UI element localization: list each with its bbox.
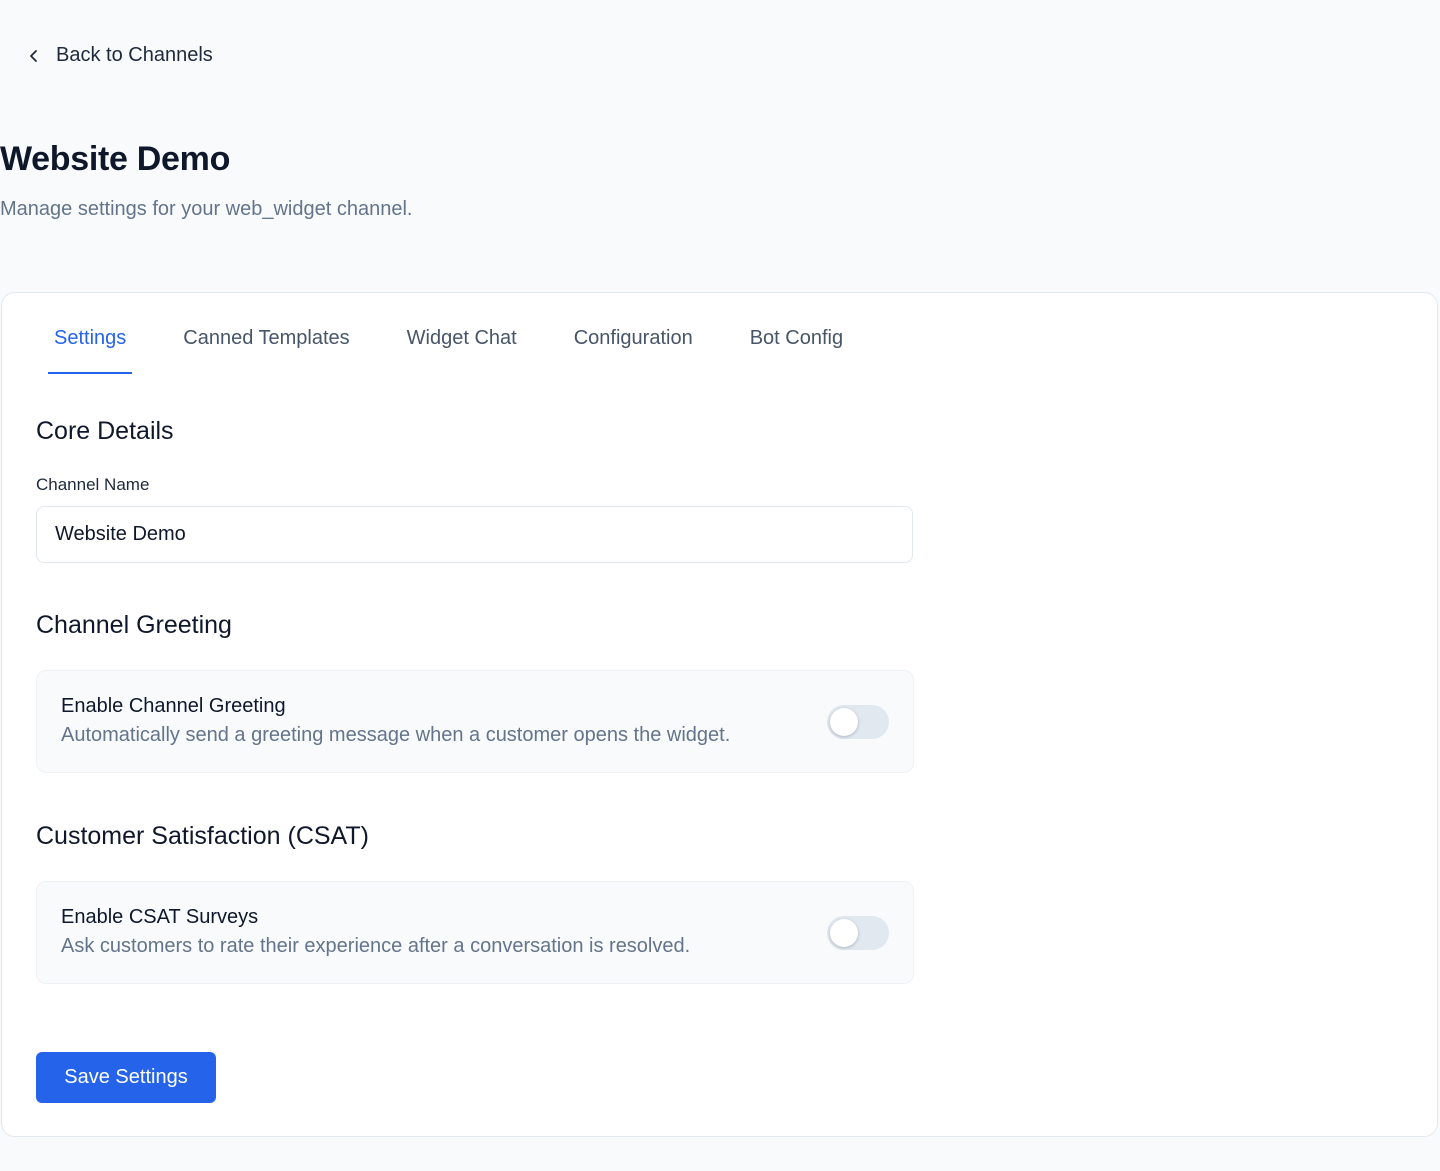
tab-settings[interactable]: Settings: [48, 327, 133, 374]
toggle-knob: [830, 919, 858, 947]
csat-toggle-title: Enable CSAT Surveys: [61, 906, 259, 928]
page-title: Website Demo: [0, 140, 231, 178]
toggle-knob: [830, 708, 858, 736]
page-subtitle: Manage settings for your web_widget chan…: [0, 198, 413, 220]
csat-heading: Customer Satisfaction (CSAT): [36, 822, 369, 850]
core-details-heading: Core Details: [36, 417, 174, 445]
greeting-toggle-title: Enable Channel Greeting: [61, 695, 286, 717]
back-to-channels-link[interactable]: Back to Channels: [24, 44, 213, 67]
settings-card: Settings Canned Templates Widget Chat Co…: [1, 292, 1438, 1137]
tab-bar: Settings Canned Templates Widget Chat Co…: [48, 327, 894, 374]
tab-canned-templates[interactable]: Canned Templates: [177, 327, 355, 374]
tab-configuration[interactable]: Configuration: [568, 327, 699, 374]
greeting-toggle-switch[interactable]: [827, 705, 889, 739]
csat-toggle-switch[interactable]: [827, 916, 889, 950]
greeting-toggle-row: Enable Channel Greeting Automatically se…: [36, 670, 914, 773]
tab-widget-chat[interactable]: Widget Chat: [401, 327, 523, 374]
back-link-label: Back to Channels: [56, 44, 213, 66]
tab-bot-config[interactable]: Bot Config: [744, 327, 849, 374]
channel-greeting-heading: Channel Greeting: [36, 611, 232, 639]
csat-toggle-row: Enable CSAT Surveys Ask customers to rat…: [36, 881, 914, 984]
greeting-toggle-description: Automatically send a greeting message wh…: [61, 724, 731, 746]
csat-toggle-description: Ask customers to rate their experience a…: [61, 935, 691, 957]
save-settings-button[interactable]: Save Settings: [36, 1052, 216, 1103]
channel-name-label: Channel Name: [36, 475, 150, 494]
channel-name-input[interactable]: [36, 506, 913, 563]
chevron-left-icon: [24, 46, 44, 66]
